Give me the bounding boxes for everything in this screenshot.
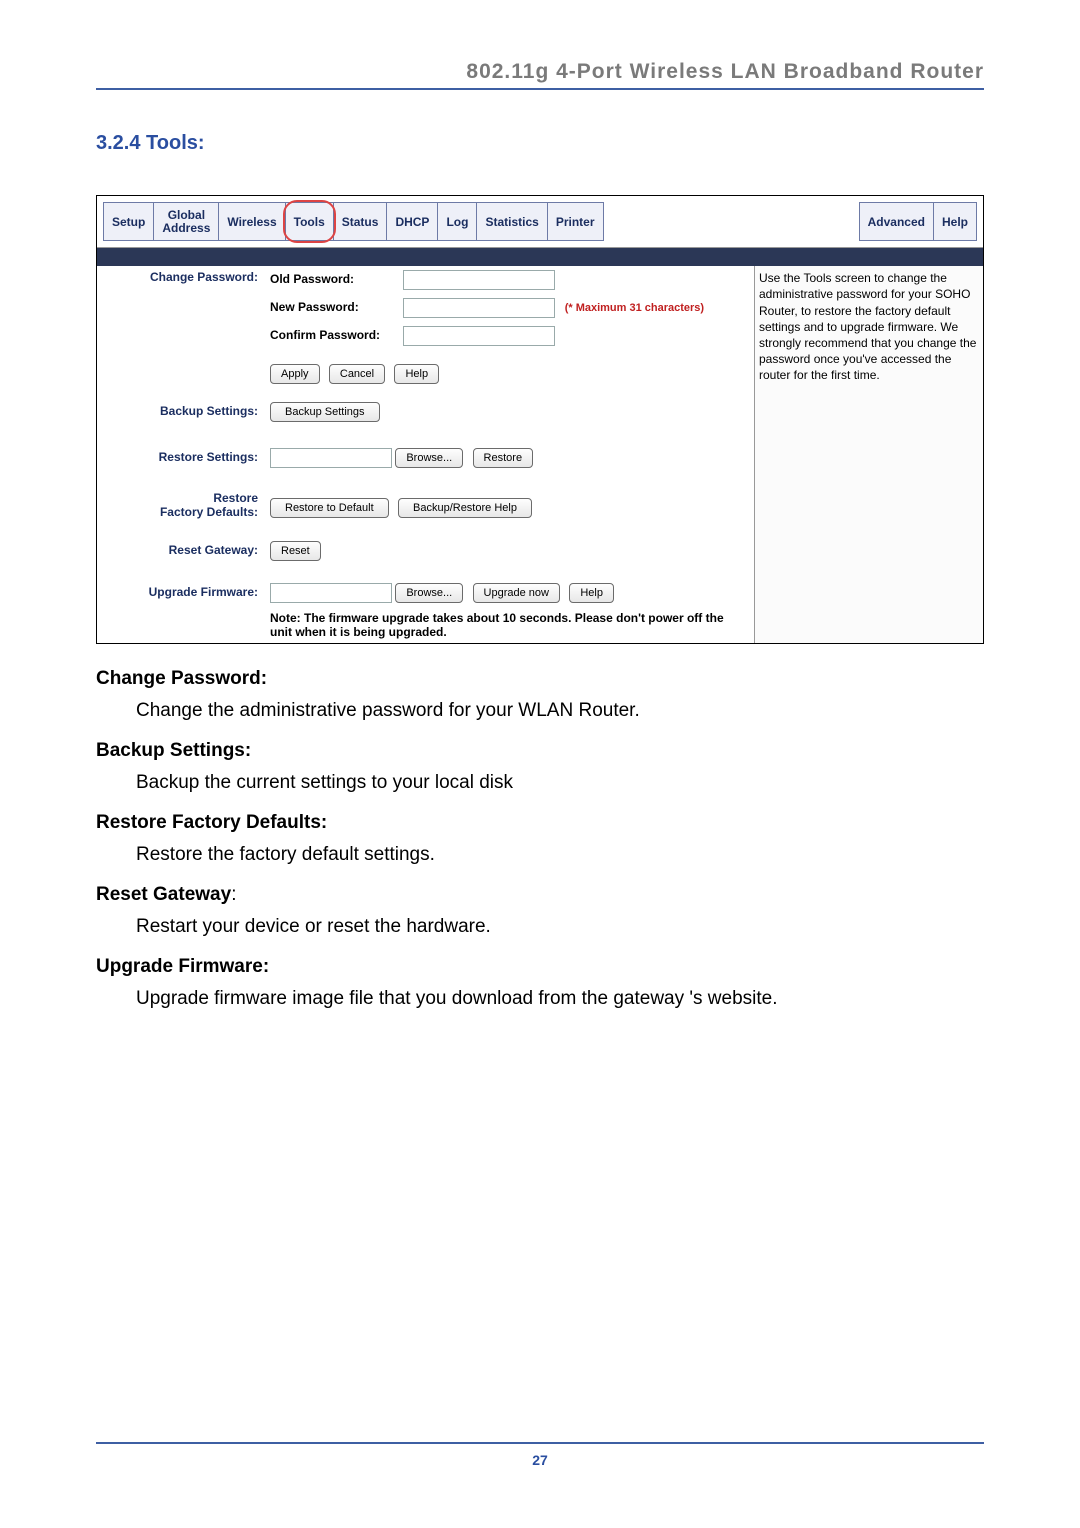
tab-wireless[interactable]: Wireless — [219, 202, 285, 241]
tab-global-address-line2: Address — [162, 222, 210, 235]
desc-backup-settings-h: Backup Settings: — [96, 740, 984, 762]
desc-backup-settings-t: Backup the current settings to your loca… — [136, 772, 984, 794]
desc-upgrade-firmware-t: Upgrade firmware image file that you dow… — [136, 988, 984, 1010]
label-backup-settings: Backup Settings: — [97, 388, 264, 426]
label-confirm-password: Confirm Password: — [270, 328, 400, 342]
firmware-browse-button[interactable]: Browse... — [395, 583, 463, 603]
confirm-password-input[interactable] — [403, 326, 555, 346]
desc-restore-defaults-h: Restore Factory Defaults: — [96, 812, 984, 834]
restore-browse-button[interactable]: Browse... — [395, 448, 463, 468]
tab-help[interactable]: Help — [934, 202, 977, 241]
help-button[interactable]: Help — [394, 364, 439, 384]
backup-restore-help-button[interactable]: Backup/Restore Help — [398, 498, 532, 518]
restore-button[interactable]: Restore — [473, 448, 534, 468]
tab-status[interactable]: Status — [334, 202, 388, 241]
old-password-input[interactable] — [403, 270, 555, 290]
upgrade-now-button[interactable]: Upgrade now — [473, 583, 560, 603]
descriptions: Change Password: Change the administrati… — [96, 668, 984, 1010]
tab-statistics[interactable]: Statistics — [477, 202, 547, 241]
restore-file-input[interactable] — [270, 448, 392, 468]
reset-button[interactable]: Reset — [270, 541, 321, 561]
tab-tools-label: Tools — [294, 215, 325, 229]
firmware-file-input[interactable] — [270, 583, 392, 603]
max-chars-hint: (* Maximum 31 characters) — [565, 302, 704, 314]
firmware-help-button[interactable]: Help — [569, 583, 614, 603]
label-restore-defaults: Restore Factory Defaults: — [97, 472, 264, 522]
desc-restore-defaults-t: Restore the factory default settings. — [136, 844, 984, 866]
label-new-password: New Password: — [270, 300, 400, 314]
dark-strip — [97, 248, 983, 266]
tab-printer[interactable]: Printer — [548, 202, 604, 241]
label-upgrade-firmware: Upgrade Firmware: — [97, 565, 264, 607]
backup-settings-button[interactable]: Backup Settings — [270, 402, 380, 422]
screenshot-tools-page: Setup Global Address Wireless Tools Stat… — [96, 195, 984, 644]
label-reset-gateway: Reset Gateway: — [97, 523, 264, 565]
help-panel-text: Use the Tools screen to change the admin… — [754, 266, 983, 643]
tools-form: Change Password: Old Password: New Passw… — [97, 266, 754, 643]
tab-tools[interactable]: Tools — [286, 202, 334, 241]
page-title: 802.11g 4-Port Wireless LAN Broadband Ro… — [96, 60, 984, 84]
desc-change-password-h: Change Password: — [96, 668, 984, 690]
label-restore-settings: Restore Settings: — [97, 426, 264, 472]
desc-reset-gateway-h: Reset Gateway: — [96, 884, 984, 906]
tab-advanced[interactable]: Advanced — [859, 202, 934, 241]
tab-global-address[interactable]: Global Address — [154, 202, 219, 241]
desc-reset-gateway-t: Restart your device or reset the hardwar… — [136, 916, 984, 938]
header-rule — [96, 88, 984, 90]
restore-default-button[interactable]: Restore to Default — [270, 498, 389, 518]
tab-log[interactable]: Log — [438, 202, 477, 241]
page-number: 27 — [96, 1452, 984, 1468]
tab-bar: Setup Global Address Wireless Tools Stat… — [97, 196, 983, 248]
firmware-note: Note: The firmware upgrade takes about 1… — [264, 607, 754, 643]
label-old-password: Old Password: — [270, 272, 400, 286]
label-change-password: Change Password: — [97, 266, 264, 388]
cancel-button[interactable]: Cancel — [329, 364, 385, 384]
section-heading: 3.2.4 Tools: — [96, 132, 984, 155]
tab-dhcp[interactable]: DHCP — [387, 202, 438, 241]
desc-change-password-t: Change the administrative password for y… — [136, 700, 984, 722]
desc-upgrade-firmware-h: Upgrade Firmware: — [96, 956, 984, 978]
footer-rule — [96, 1442, 984, 1444]
tab-global-address-line1: Global — [168, 209, 205, 222]
new-password-input[interactable] — [403, 298, 555, 318]
desc-reset-gateway-h-text: Reset Gateway — [96, 884, 231, 905]
apply-button[interactable]: Apply — [270, 364, 320, 384]
tab-setup[interactable]: Setup — [103, 202, 154, 241]
desc-reset-gateway-colon: : — [231, 884, 236, 905]
